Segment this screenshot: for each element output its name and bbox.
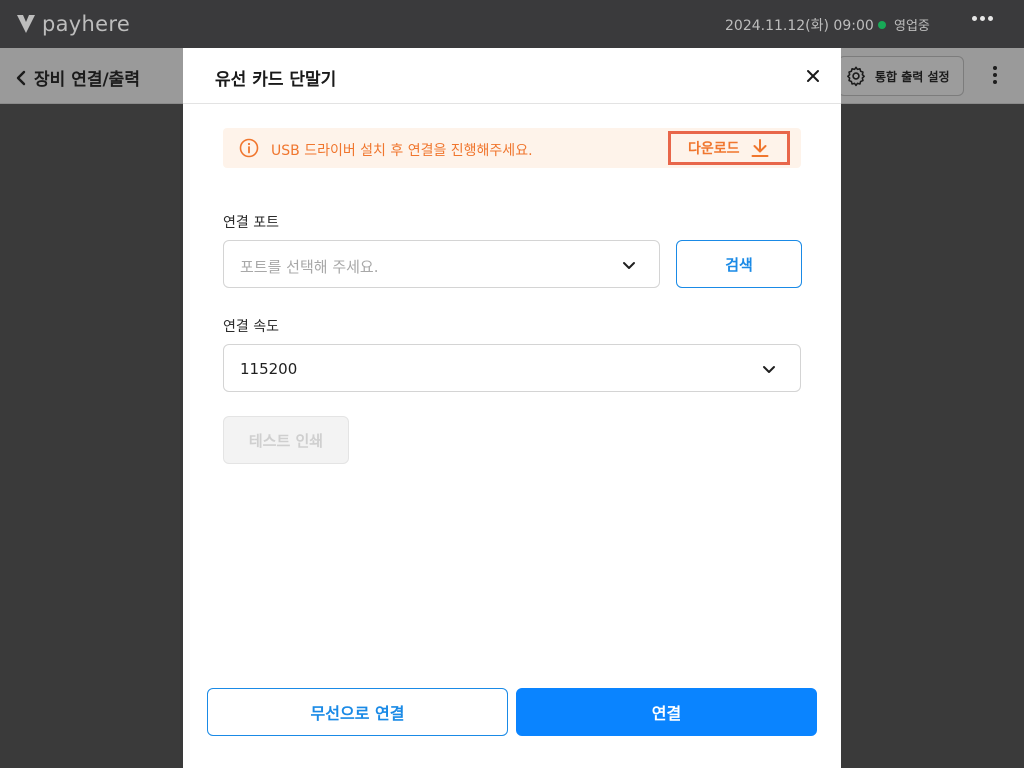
driver-notice: USB 드라이버 설치 후 연결을 진행해주세요. 다운로드: [223, 128, 801, 168]
back-button[interactable]: 장비 연결/출력: [14, 65, 140, 90]
close-icon[interactable]: [803, 66, 823, 86]
modal-title: 유선 카드 단말기: [215, 70, 337, 90]
payhere-logo-icon: [17, 15, 35, 33]
wired-card-terminal-modal: 유선 카드 단말기 USB 드라이버 설치 후 연결을 진행해주세요. 다운로드…: [183, 48, 841, 768]
datetime: 2024.11.12(화) 09:00: [725, 18, 874, 34]
notice-text: USB 드라이버 설치 후 연결을 진행해주세요.: [271, 143, 533, 159]
chevron-down-icon: [763, 366, 775, 373]
chevron-down-icon: [623, 262, 635, 269]
search-button[interactable]: 검색: [676, 240, 802, 288]
download-button[interactable]: 다운로드: [668, 131, 790, 165]
modal-header: 유선 카드 단말기: [183, 48, 841, 104]
test-print-button: 테스트 인쇄: [223, 416, 349, 464]
chevron-left-icon: [16, 70, 26, 85]
integrated-print-settings-label: 통합 출력 설정: [875, 69, 950, 84]
status-label: 영업중: [894, 19, 930, 34]
download-icon: [751, 139, 769, 157]
more-horizontal-icon[interactable]: [972, 16, 993, 21]
port-label: 연결 포트: [223, 215, 279, 231]
connect-wireless-button[interactable]: 무선으로 연결: [207, 688, 508, 736]
gear-icon: [847, 66, 865, 87]
speed-select[interactable]: 115200: [223, 344, 801, 392]
integrated-print-settings-button[interactable]: 통합 출력 설정: [838, 56, 964, 96]
page-title: 장비 연결/출력: [34, 70, 140, 90]
payhere-logo: payhere: [16, 12, 130, 36]
download-label: 다운로드: [688, 141, 740, 157]
port-select[interactable]: 포트를 선택해 주세요.: [223, 240, 660, 288]
business-status: 영업중: [878, 15, 930, 34]
top-app-bar: payhere 2024.11.12(화) 09:00 영업중: [0, 0, 1024, 48]
connect-button[interactable]: 연결: [516, 688, 817, 736]
status-dot-icon: [878, 20, 886, 29]
info-icon: [239, 138, 259, 158]
speed-value: 115200: [240, 360, 298, 378]
brand-name: payhere: [42, 12, 131, 36]
more-vertical-icon[interactable]: [993, 66, 997, 84]
speed-label: 연결 속도: [223, 319, 279, 335]
port-placeholder: 포트를 선택해 주세요.: [240, 258, 379, 276]
